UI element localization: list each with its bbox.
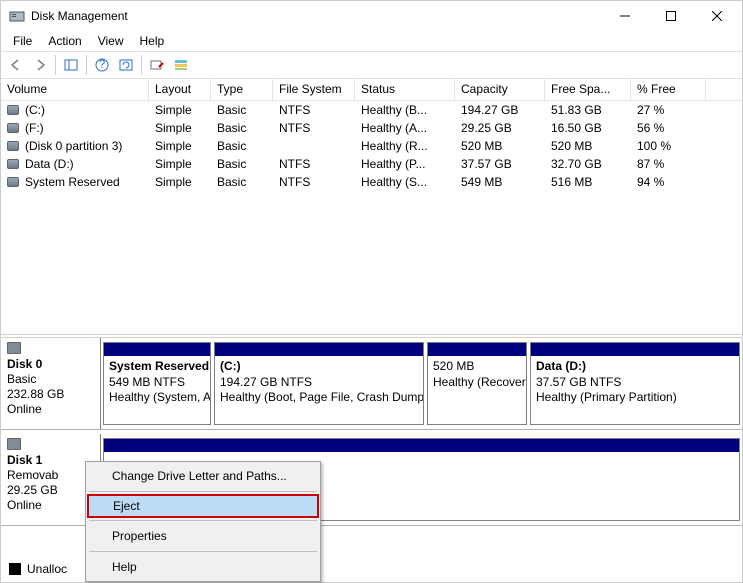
disk-size: 29.25 GB [7,483,94,497]
disk-info[interactable]: Disk 0 Basic 232.88 GB Online [1,338,101,429]
partition[interactable]: (C:)194.27 GB NTFSHealthy (Boot, Page Fi… [214,342,424,425]
partition[interactable]: Data (D:)37.57 GB NTFSHealthy (Primary P… [530,342,740,425]
column-header[interactable]: Capacity [455,79,545,100]
maximize-button[interactable] [648,1,694,31]
partition[interactable]: 520 MBHealthy (Recovery [427,342,527,425]
volume-icon [7,141,19,151]
titlebar[interactable]: Disk Management [1,1,742,31]
volume-name: (F:) [25,121,44,135]
disk-kind: Basic [7,372,94,386]
disk-name: Disk 1 [7,453,94,467]
partition-header [104,343,210,356]
menu-change-drive-letter[interactable]: Change Drive Letter and Paths... [88,464,318,488]
window-title: Disk Management [31,9,602,23]
partition-strip: System Reserved549 MB NTFSHealthy (Syste… [101,338,742,429]
disk-size: 232.88 GB [7,387,94,401]
settings-button[interactable] [146,54,168,76]
menu-view[interactable]: View [90,32,132,50]
volume-icon [7,105,19,115]
partition-header [104,439,739,452]
volume-icon [7,177,19,187]
partition[interactable]: System Reserved549 MB NTFSHealthy (Syste… [103,342,211,425]
column-header[interactable]: File System [273,79,355,100]
menu-separator [89,520,317,521]
disk-state: Online [7,498,94,512]
disk-kind: Removab [7,468,94,482]
table-row[interactable]: (Disk 0 partition 3)SimpleBasicHealthy (… [1,137,742,155]
disk-row: Disk 0 Basic 232.88 GB Online System Res… [1,338,742,430]
disk-icon [7,438,21,450]
partition-header [531,343,739,356]
volume-name: (Disk 0 partition 3) [25,139,122,153]
partition-header [428,343,526,356]
volume-name: System Reserved [25,175,120,189]
app-icon [9,8,25,24]
legend-label: Unalloc [27,562,67,576]
menu-action[interactable]: Action [40,32,89,50]
menu-separator [89,551,317,552]
disk-icon [7,342,21,354]
refresh-button[interactable] [115,54,137,76]
legend-swatch-unallocated [9,563,21,575]
toolbar: ? [1,51,742,79]
menu-help[interactable]: Help [88,555,318,579]
menu-file[interactable]: File [5,32,40,50]
disk-name: Disk 0 [7,357,94,371]
table-row[interactable]: System ReservedSimpleBasicNTFSHealthy (S… [1,173,742,191]
volume-name: (C:) [25,103,45,117]
column-header[interactable]: Volume [1,79,149,100]
column-header[interactable]: Free Spa... [545,79,631,100]
table-row[interactable]: (F:)SimpleBasicNTFSHealthy (A...29.25 GB… [1,119,742,137]
disk-state: Online [7,402,94,416]
menu-help[interactable]: Help [132,32,173,50]
menu-eject[interactable]: Eject [87,494,319,518]
list-button[interactable] [170,54,192,76]
context-menu: Change Drive Letter and Paths... Eject P… [85,461,321,582]
menubar: File Action View Help [1,31,742,51]
volume-icon [7,123,19,133]
minimize-button[interactable] [602,1,648,31]
volume-list-pane: Volume Layout Type File System Status Ca… [1,79,742,334]
forward-button[interactable] [29,54,51,76]
back-button[interactable] [5,54,27,76]
volume-name: Data (D:) [25,157,74,171]
table-row[interactable]: (C:)SimpleBasicNTFSHealthy (B...194.27 G… [1,101,742,119]
legend: Unalloc [9,562,67,576]
volume-icon [7,159,19,169]
menu-properties[interactable]: Properties [88,524,318,548]
column-header[interactable]: Layout [149,79,211,100]
help-button[interactable]: ? [91,54,113,76]
svg-text:?: ? [99,57,106,71]
column-header[interactable]: Status [355,79,455,100]
close-button[interactable] [694,1,740,31]
partition-header [215,343,423,356]
table-row[interactable]: Data (D:)SimpleBasicNTFSHealthy (P...37.… [1,155,742,173]
column-header[interactable]: Type [211,79,273,100]
window-controls [602,1,740,31]
column-header-row: Volume Layout Type File System Status Ca… [1,79,742,101]
show-hide-button[interactable] [60,54,82,76]
column-header[interactable]: % Free [631,79,706,100]
menu-separator [89,491,317,492]
